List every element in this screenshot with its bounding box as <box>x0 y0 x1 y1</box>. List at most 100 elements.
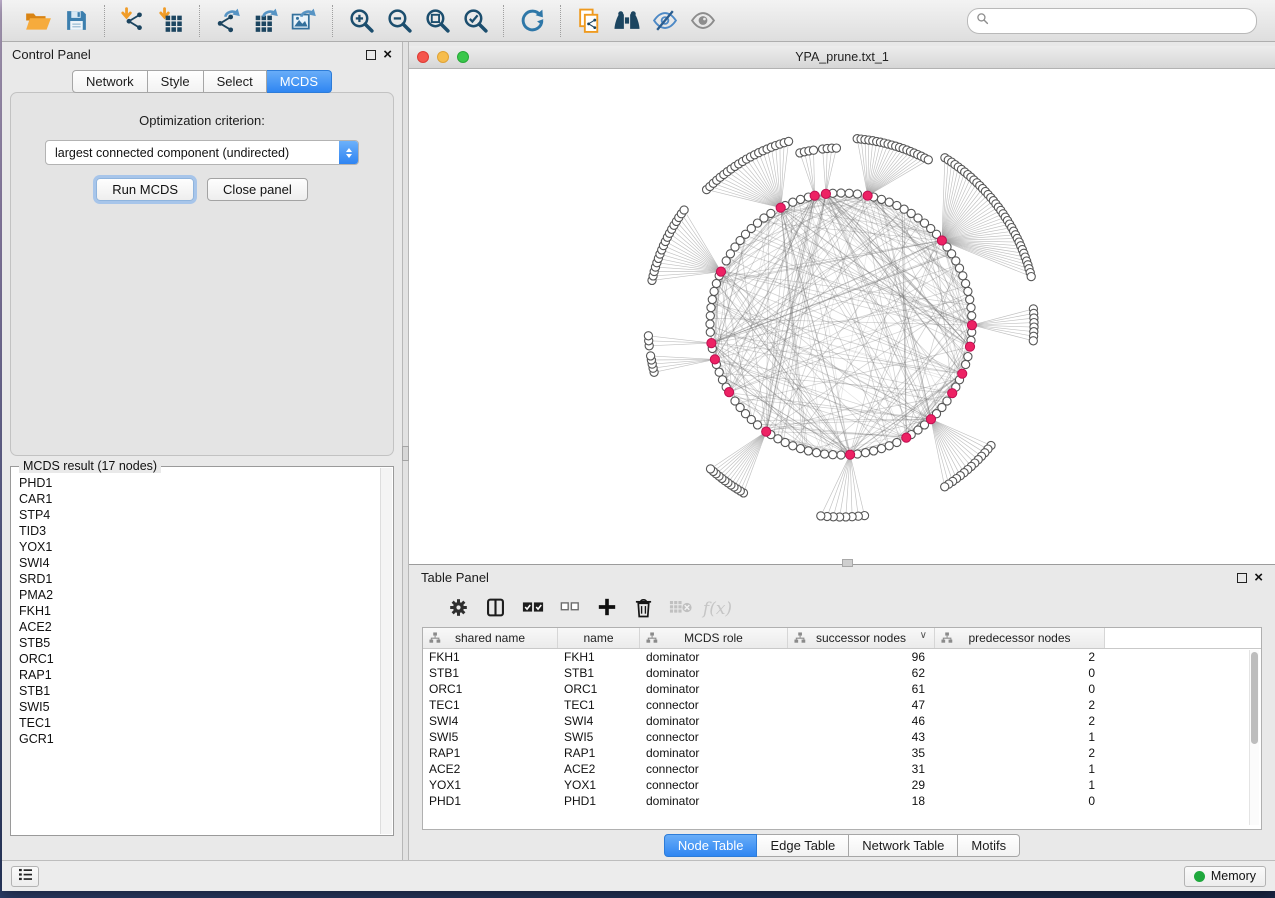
show-all-button[interactable] <box>684 5 722 37</box>
list-item[interactable]: ACE2 <box>19 619 381 635</box>
zoom-selected-button[interactable] <box>456 5 494 37</box>
cell-successor-nodes: 47 <box>788 698 935 712</box>
cell-predecessor-nodes: 0 <box>935 794 1105 808</box>
list-item[interactable]: SWI5 <box>19 699 381 715</box>
column-header-predecessor-nodes[interactable]: predecessor nodes <box>935 628 1105 648</box>
tab-mcds[interactable]: MCDS <box>267 70 332 93</box>
clone-network-button[interactable] <box>570 5 608 37</box>
list-item[interactable]: YOX1 <box>19 539 381 555</box>
column-header-MCDS-role[interactable]: MCDS role <box>640 628 788 648</box>
network-window-titlebar[interactable]: YPA_prune.txt_1 <box>409 46 1275 69</box>
list-item[interactable]: FKH1 <box>19 603 381 619</box>
list-item[interactable]: SWI4 <box>19 555 381 571</box>
cell-MCDS-role: connector <box>640 778 788 792</box>
list-item[interactable]: STP4 <box>19 507 381 523</box>
network-graph[interactable] <box>409 69 1275 564</box>
tab-network-table[interactable]: Network Table <box>849 834 958 857</box>
delete-column-button[interactable] <box>625 594 662 624</box>
import-network-button[interactable] <box>114 5 152 37</box>
table-row[interactable]: ORC1ORC1dominator610 <box>423 681 1261 697</box>
list-item[interactable]: TEC1 <box>19 715 381 731</box>
column-label: successor nodes <box>816 631 906 645</box>
tab-node-table[interactable]: Node Table <box>664 834 758 857</box>
close-panel-icon[interactable]: × <box>383 47 392 62</box>
list-item[interactable]: GCR1 <box>19 731 381 747</box>
close-panel-button[interactable]: Close panel <box>207 178 308 201</box>
table-row[interactable]: FKH1FKH1dominator962 <box>423 649 1261 665</box>
tab-motifs[interactable]: Motifs <box>958 834 1020 857</box>
float-panel-icon[interactable] <box>366 50 376 60</box>
table-scrollbar-thumb[interactable] <box>1251 652 1258 744</box>
tab-network[interactable]: Network <box>72 70 148 93</box>
table-row[interactable]: TEC1TEC1connector472 <box>423 697 1261 713</box>
list-item[interactable]: TID3 <box>19 523 381 539</box>
sort-desc-icon: ∨ <box>920 630 927 641</box>
tab-select[interactable]: Select <box>204 70 267 93</box>
result-list-scrollbar[interactable] <box>380 468 392 834</box>
network-canvas[interactable] <box>409 69 1275 564</box>
delete-table-button <box>662 594 699 624</box>
search-field[interactable] <box>967 8 1257 34</box>
cell-shared-name: RAP1 <box>423 746 558 760</box>
table-row[interactable]: PHD1PHD1dominator180 <box>423 793 1261 809</box>
list-item[interactable]: PMA2 <box>19 587 381 603</box>
cell-MCDS-role: connector <box>640 762 788 776</box>
float-table-panel-icon[interactable] <box>1237 573 1247 583</box>
export-table-button[interactable] <box>247 5 285 37</box>
list-item[interactable]: RAP1 <box>19 667 381 683</box>
table-row[interactable]: STB1STB1dominator620 <box>423 665 1261 681</box>
list-item[interactable]: STB1 <box>19 683 381 699</box>
refresh-layout-button[interactable] <box>513 5 551 37</box>
export-image-button[interactable] <box>285 5 323 37</box>
table-row[interactable]: SWI4SWI4dominator462 <box>423 713 1261 729</box>
tab-edge-table[interactable]: Edge Table <box>757 834 849 857</box>
zoom-fit-button[interactable] <box>418 5 456 37</box>
optimization-criterion-select[interactable]: largest connected component (undirected) <box>45 140 359 165</box>
vertical-splitter[interactable] <box>402 42 409 860</box>
cell-successor-nodes: 61 <box>788 682 935 696</box>
search-input[interactable] <box>994 13 1248 29</box>
column-header-shared-name[interactable]: shared name <box>423 628 558 648</box>
list-item[interactable]: STB5 <box>19 635 381 651</box>
import-table-button[interactable] <box>152 5 190 37</box>
task-history-button[interactable] <box>11 866 39 887</box>
table-row[interactable]: ACE2ACE2connector311 <box>423 761 1261 777</box>
horizontal-splitter-handle[interactable] <box>842 559 853 567</box>
search-icon <box>976 12 989 30</box>
close-table-panel-icon[interactable]: × <box>1254 570 1263 585</box>
select-all-rows-button[interactable] <box>514 594 551 624</box>
save-session-button[interactable] <box>57 5 95 37</box>
table-row[interactable]: SWI5SWI5connector431 <box>423 729 1261 745</box>
zoom-out-button[interactable] <box>380 5 418 37</box>
network-view-window: YPA_prune.txt_1 <box>409 46 1275 565</box>
splitter-handle[interactable] <box>402 446 409 461</box>
zoom-in-button[interactable] <box>342 5 380 37</box>
list-item[interactable]: SRD1 <box>19 571 381 587</box>
cell-MCDS-role: dominator <box>640 714 788 728</box>
table-scrollbar[interactable] <box>1249 650 1259 825</box>
memory-button[interactable]: Memory <box>1184 866 1266 887</box>
column-header-name[interactable]: name <box>558 628 640 648</box>
search-network-button[interactable] <box>608 5 646 37</box>
table-settings-button[interactable] <box>440 594 477 624</box>
show-columns-button[interactable] <box>477 594 514 624</box>
hide-selected-button[interactable] <box>646 5 684 37</box>
table-row[interactable]: YOX1YOX1connector291 <box>423 777 1261 793</box>
select-all-rows-icon <box>522 599 544 618</box>
deselect-all-rows-button[interactable] <box>551 594 588 624</box>
table-row[interactable]: RAP1RAP1dominator352 <box>423 745 1261 761</box>
network-window-title: YPA_prune.txt_1 <box>409 50 1275 64</box>
export-network-icon <box>214 7 243 34</box>
run-mcds-button[interactable]: Run MCDS <box>96 178 194 201</box>
list-item[interactable]: PHD1 <box>19 475 381 491</box>
column-header-successor-nodes[interactable]: successor nodes ∨ <box>788 628 935 648</box>
list-item[interactable]: CAR1 <box>19 491 381 507</box>
show-columns-icon <box>485 597 506 621</box>
open-file-button[interactable] <box>19 5 57 37</box>
hide-selected-icon <box>651 8 679 33</box>
export-network-button[interactable] <box>209 5 247 37</box>
list-item[interactable]: ORC1 <box>19 651 381 667</box>
cell-MCDS-role: dominator <box>640 794 788 808</box>
add-column-button[interactable] <box>588 594 625 624</box>
tab-style[interactable]: Style <box>148 70 204 93</box>
